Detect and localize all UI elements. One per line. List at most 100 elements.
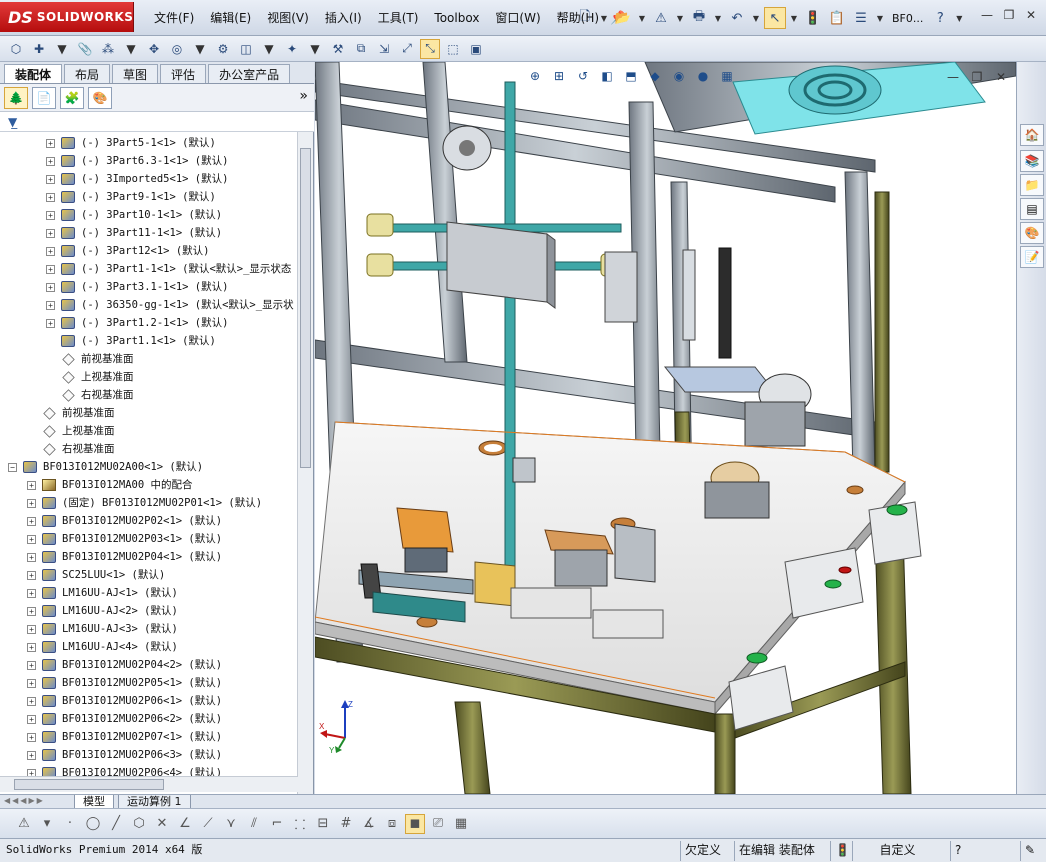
expand-icon[interactable]: + — [46, 210, 55, 220]
menu-insert[interactable]: 插入(I) — [317, 0, 370, 36]
expand-icon[interactable]: + — [27, 660, 36, 670]
expand-icon[interactable]: + — [46, 174, 55, 184]
tree-item[interactable]: + LM16UU-AJ<4> (默认) — [27, 638, 178, 656]
tree-horizontal-scrollbar[interactable] — [0, 776, 298, 792]
trim-icon[interactable]: ✕ — [152, 814, 172, 834]
move-component-icon[interactable]: ✥ — [144, 39, 164, 59]
bill-of-materials-icon[interactable]: ⚒ — [328, 39, 348, 59]
custom-properties-icon[interactable]: 📝 — [1020, 246, 1044, 268]
angle-icon[interactable]: ∠ — [175, 814, 195, 834]
section-view-icon[interactable]: ◧ — [597, 66, 617, 86]
apply-scene-icon[interactable]: ▦ — [717, 66, 737, 86]
menu-edit[interactable]: 编辑(E) — [202, 0, 259, 36]
tree-item[interactable]: − BF013I012MU02A00<1> (默认) — [8, 458, 203, 476]
tree-item[interactable]: + BF013I012MU02P02<1> (默认) — [27, 512, 222, 530]
tree-item[interactable]: 右视基准面 — [59, 386, 134, 404]
expand-icon[interactable]: + — [46, 282, 55, 292]
tree-item[interactable]: + (-) 3Part5-1<1> (默认) — [46, 134, 216, 152]
traffic-light-icon[interactable]: 🚦 — [802, 7, 824, 29]
expand-icon[interactable]: + — [46, 264, 55, 274]
close-icon[interactable]: ✕ — [992, 68, 1010, 86]
instant3d-icon[interactable]: ⤡ — [420, 38, 440, 59]
more-tabs-icon[interactable]: » — [299, 88, 308, 104]
tree-item[interactable]: 右视基准面 — [40, 440, 115, 458]
tree-item[interactable]: + BF013I012MU02P04<1> (默认) — [27, 548, 222, 566]
tab-model[interactable]: 模型 — [74, 795, 114, 809]
chevron-down-icon[interactable]: ▼ — [874, 7, 886, 29]
tab-scroll-arrows-icon[interactable]: ◀◀◀▶▶ — [4, 796, 45, 805]
hide-show-items-icon[interactable]: ◉ — [669, 66, 689, 86]
configuration-manager-icon[interactable]: 🧩 — [60, 86, 84, 109]
expand-icon[interactable]: + — [46, 246, 55, 256]
chevron-down-icon[interactable]: ▼ — [305, 39, 325, 59]
assembly-model-render[interactable] — [315, 62, 1016, 794]
tree-filter[interactable]: ▼̲ — [0, 112, 314, 132]
smart-dimension-icon[interactable]: ⟋ — [198, 814, 218, 834]
tab-motion-study[interactable]: 运动算例 1 — [118, 795, 191, 809]
expand-icon[interactable]: + — [27, 498, 36, 508]
chevron-down-icon[interactable]: ▼ — [788, 7, 800, 29]
tag-icon[interactable]: ✎ — [1020, 841, 1039, 861]
mate-icon[interactable]: 📎 — [75, 39, 95, 59]
expand-icon[interactable]: + — [46, 228, 55, 238]
tree-item[interactable]: + (-) 3Part1-1<1> (默认<默认>_显示状态 — [46, 260, 291, 278]
tree-item[interactable]: + LM16UU-AJ<2> (默认) — [27, 602, 178, 620]
graphics-area[interactable]: ⊕ ⊞ ↺ ◧ ⬒ ◆ ◉ ● ▦ — ❐ ✕ Z X Y — [315, 62, 1016, 794]
construction-geometry-icon[interactable]: ⸬ — [290, 814, 310, 834]
print-icon[interactable]: 🖶 — [688, 7, 710, 29]
assembly-feature-icon[interactable]: ⚙ — [213, 39, 233, 59]
tree-item[interactable]: + BF013I012MU02P06<1> (默认) — [27, 692, 222, 710]
chevron-down-icon[interactable]: ▼ — [598, 7, 610, 29]
expand-icon[interactable]: + — [46, 300, 55, 310]
restore-icon[interactable]: ❐ — [968, 68, 986, 86]
warning-icon[interactable]: ⚠ — [14, 814, 34, 834]
options-icon[interactable]: ☰ — [850, 7, 872, 29]
select-arrow-icon[interactable]: ↖ — [764, 7, 786, 29]
mirror-icon[interactable]: ⋎ — [221, 814, 241, 834]
help-icon[interactable]: ? — [950, 841, 965, 861]
undo-icon[interactable]: ↶ — [726, 7, 748, 29]
chevron-down-icon[interactable]: ▼ — [636, 7, 648, 29]
expand-icon[interactable]: + — [27, 606, 36, 616]
display-manager-icon[interactable]: 🎨 — [88, 86, 112, 109]
tree-item[interactable]: + (-) 3Part10-1<1> (默认) — [46, 206, 222, 224]
tree-item[interactable]: + BF013I012MU02P03<1> (默认) — [27, 530, 222, 548]
chevron-down-icon[interactable]: ▼ — [259, 39, 279, 59]
tree-item[interactable]: + LM16UU-AJ<3> (默认) — [27, 620, 178, 638]
expand-icon[interactable]: + — [27, 552, 36, 562]
expand-icon[interactable]: + — [27, 642, 36, 652]
design-library-icon[interactable]: 📚 — [1020, 150, 1044, 172]
file-properties-icon[interactable]: 📋 — [826, 7, 848, 29]
appearances-icon[interactable]: 🎨 — [1020, 222, 1044, 244]
new-document-icon[interactable]: 🗋 — [574, 7, 596, 29]
close-icon[interactable]: ✕ — [1022, 6, 1040, 24]
menu-file[interactable]: 文件(F) — [146, 0, 202, 36]
tree-item[interactable]: + (-) 36350-gg-1<1> (默认<默认>_显示状 — [46, 296, 294, 314]
expand-icon[interactable]: + — [27, 570, 36, 580]
tree-item[interactable]: + (-) 3Part3.1-1<1> (默认) — [46, 278, 228, 296]
grid-icon[interactable]: # — [336, 814, 356, 834]
expand-icon[interactable]: + — [46, 156, 55, 166]
interference-detection-icon[interactable]: ⤢ — [397, 39, 417, 59]
minimize-icon[interactable]: — — [978, 6, 996, 24]
insert-component-icon[interactable]: ⬡ — [6, 39, 26, 59]
units-custom[interactable]: 自定义 — [852, 841, 942, 861]
menu-tools[interactable]: 工具(T) — [370, 0, 427, 36]
chevron-down-icon[interactable]: ▼ — [712, 7, 724, 29]
solidworks-resources-icon[interactable]: 🏠 — [1020, 124, 1044, 146]
expand-icon[interactable]: + — [27, 678, 36, 688]
zoom-to-area-icon[interactable]: ⊞ — [549, 66, 569, 86]
expand-icon[interactable]: + — [27, 534, 36, 544]
tab-evaluate[interactable]: 评估 — [160, 64, 207, 83]
file-explorer-icon[interactable]: 📁 — [1020, 174, 1044, 196]
menu-window[interactable]: 窗口(W) — [487, 0, 548, 36]
tab-sketch[interactable]: 草图 — [112, 64, 159, 83]
property-manager-icon[interactable]: 📄 — [32, 86, 56, 109]
exploded-view-icon[interactable]: ⧉ — [351, 39, 371, 59]
table-icon[interactable]: ▦ — [451, 814, 471, 834]
chevron-down-icon[interactable]: ▼ — [121, 39, 141, 59]
corner-rectangle-icon[interactable]: ⌐ — [267, 814, 287, 834]
expand-icon[interactable]: + — [27, 696, 36, 706]
polygon-icon[interactable]: ⬡ — [129, 814, 149, 834]
tree-item[interactable]: 上视基准面 — [40, 422, 115, 440]
